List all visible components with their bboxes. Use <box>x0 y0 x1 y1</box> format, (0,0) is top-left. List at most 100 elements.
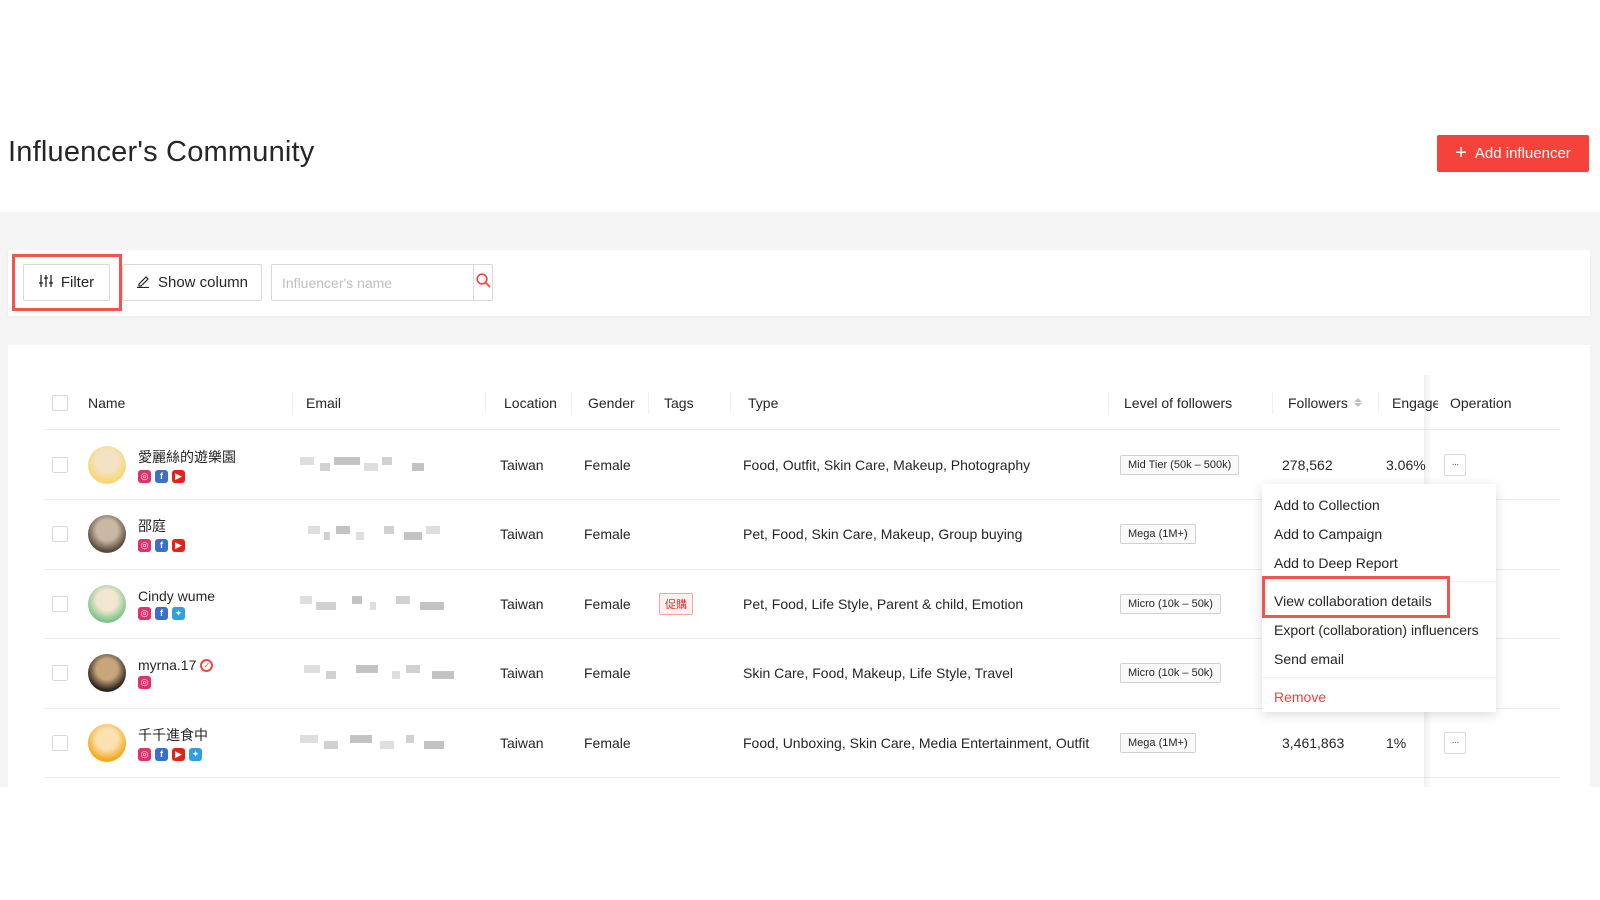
location-cell: Taiwan <box>500 595 544 612</box>
social-icons: ◎ f ▶ <box>138 469 236 483</box>
level-badge: Mid Tier (50k – 500k) <box>1120 454 1240 475</box>
facebook-icon[interactable]: f <box>155 747 168 761</box>
search-icon <box>475 272 491 293</box>
instagram-icon[interactable]: ◎ <box>138 539 151 552</box>
pencil-icon <box>136 274 150 292</box>
sliders-icon <box>38 274 53 292</box>
instagram-icon[interactable]: ◎ <box>138 676 151 689</box>
influencer-name[interactable]: 千千進食中 <box>138 725 208 745</box>
menu-item-view-collaboration-details[interactable]: View collaboration details <box>1262 586 1496 615</box>
location-cell: Taiwan <box>500 665 544 681</box>
youtube-icon[interactable]: ▶ <box>172 539 185 552</box>
menu-item-add-to-collection[interactable]: Add to Collection <box>1262 490 1496 519</box>
menu-item-remove[interactable]: Remove <box>1262 682 1496 711</box>
engagement-cell: 1% <box>1386 734 1407 751</box>
avatar[interactable] <box>88 584 126 623</box>
influencer-name-text[interactable]: Cindy wume <box>138 588 215 604</box>
filter-button[interactable]: Filter <box>23 264 110 301</box>
table-header: Name Email Location Gender Tags Type Lev… <box>44 375 1560 430</box>
social-icons: ◎ f ▶ <box>138 539 185 552</box>
menu-item-add-to-campaign[interactable]: Add to Campaign <box>1262 519 1496 548</box>
gender-cell: Female <box>584 665 631 681</box>
toolbar: Filter Show column <box>8 250 1590 316</box>
search-button[interactable] <box>473 265 492 300</box>
level-badge: Mega (1M+) <box>1120 524 1196 544</box>
menu-item-export-influencers[interactable]: Export (collaboration) influencers <box>1262 615 1496 644</box>
gender-cell: Female <box>584 526 631 542</box>
more-options-button[interactable]: ··· <box>1444 731 1466 754</box>
followers-cell: 3,461,863 <box>1282 734 1345 751</box>
page-header: Influencer's Community + Add influencer <box>0 0 1600 212</box>
influencer-name-text[interactable]: 愛麗絲的遊樂園 <box>138 447 236 467</box>
menu-item-send-email[interactable]: Send email <box>1262 644 1496 673</box>
sort-icon[interactable] <box>1353 398 1362 407</box>
filter-label: Filter <box>60 274 95 291</box>
column-header-type: Type <box>748 394 779 411</box>
add-influencer-button[interactable]: + Add influencer <box>1437 135 1589 172</box>
youtube-icon[interactable]: ▶ <box>172 469 185 483</box>
select-all-checkbox[interactable] <box>52 394 68 411</box>
row-checkbox[interactable] <box>52 595 68 612</box>
influencer-name-text[interactable]: myrna.17 <box>138 657 196 673</box>
column-header-followers[interactable]: Followers <box>1288 375 1362 430</box>
type-cell: Pet, Food, Skin Care, Makeup, Group buyi… <box>743 526 1023 542</box>
row-checkbox[interactable] <box>52 665 68 681</box>
avatar[interactable] <box>88 723 126 762</box>
instagram-icon[interactable]: ◎ <box>138 469 151 483</box>
youtube-icon[interactable]: ▶ <box>172 747 185 761</box>
gender-cell: Female <box>584 734 631 751</box>
menu-divider <box>1262 581 1496 582</box>
operation-menu: Add to Collection Add to Campaign Add to… <box>1262 484 1496 712</box>
instagram-icon[interactable]: ◎ <box>138 606 151 620</box>
email-blurred <box>300 595 460 612</box>
influencer-name-text[interactable]: 邵庭 <box>138 516 166 536</box>
social-icons: ◎ <box>138 676 213 689</box>
search-box <box>271 264 493 301</box>
influencer-name[interactable]: 愛麗絲的遊樂園 <box>138 447 236 467</box>
email-blurred <box>300 526 460 542</box>
show-column-button[interactable]: Show column <box>122 264 262 301</box>
instagram-icon[interactable]: ◎ <box>138 747 151 761</box>
page-title: Influencer's Community <box>8 136 315 168</box>
social-icons: ◎ f ✦ <box>138 606 215 620</box>
avatar[interactable] <box>88 654 126 692</box>
influencer-name[interactable]: myrna.17 ✓ <box>138 657 214 673</box>
row-checkbox[interactable] <box>52 734 68 751</box>
row-checkbox[interactable] <box>52 526 68 542</box>
twitter-icon[interactable]: ✦ <box>189 747 202 761</box>
social-icons: ◎ f ▶ ✦ <box>138 747 208 761</box>
verified-badge-icon: ✓ <box>200 658 214 672</box>
column-header-engagement: Engage <box>1392 394 1438 411</box>
facebook-icon[interactable]: f <box>155 469 168 483</box>
menu-divider <box>1262 677 1496 678</box>
influencer-name[interactable]: 邵庭 <box>138 516 185 536</box>
influencer-name-text[interactable]: 千千進食中 <box>138 725 208 745</box>
type-cell: Food, Unboxing, Skin Care, Media Enterta… <box>743 734 1090 751</box>
column-header-name: Name <box>88 394 126 411</box>
more-options-button[interactable]: ··· <box>1444 453 1466 476</box>
gender-cell: Female <box>584 595 631 612</box>
avatar[interactable] <box>88 515 126 553</box>
menu-item-add-to-deep-report[interactable]: Add to Deep Report <box>1262 548 1496 577</box>
add-influencer-label: Add influencer <box>1474 145 1571 162</box>
type-cell: Food, Outfit, Skin Care, Makeup, Photogr… <box>743 456 1031 473</box>
type-cell: Skin Care, Food, Makeup, Life Style, Tra… <box>743 665 1014 681</box>
search-input[interactable] <box>272 265 473 300</box>
show-column-label: Show column <box>157 274 249 291</box>
gender-cell: Female <box>584 456 631 473</box>
location-cell: Taiwan <box>500 526 544 542</box>
email-blurred <box>300 665 460 681</box>
location-cell: Taiwan <box>500 456 544 473</box>
facebook-icon[interactable]: f <box>155 539 168 552</box>
tag-badge: 促購 <box>659 592 693 615</box>
level-badge: Mega (1M+) <box>1120 732 1196 753</box>
column-header-operation: Operation <box>1450 394 1512 411</box>
twitter-icon[interactable]: ✦ <box>172 606 185 620</box>
email-blurred <box>300 456 460 473</box>
facebook-icon[interactable]: f <box>155 606 168 620</box>
row-checkbox[interactable] <box>52 456 68 473</box>
avatar[interactable] <box>88 445 126 484</box>
column-header-location: Location <box>504 394 557 411</box>
table-row: 千千進食中 ◎ f ▶ ✦ Taiwan Female Food, Unboxing,… <box>44 708 1560 778</box>
influencer-name[interactable]: Cindy wume <box>138 588 215 604</box>
